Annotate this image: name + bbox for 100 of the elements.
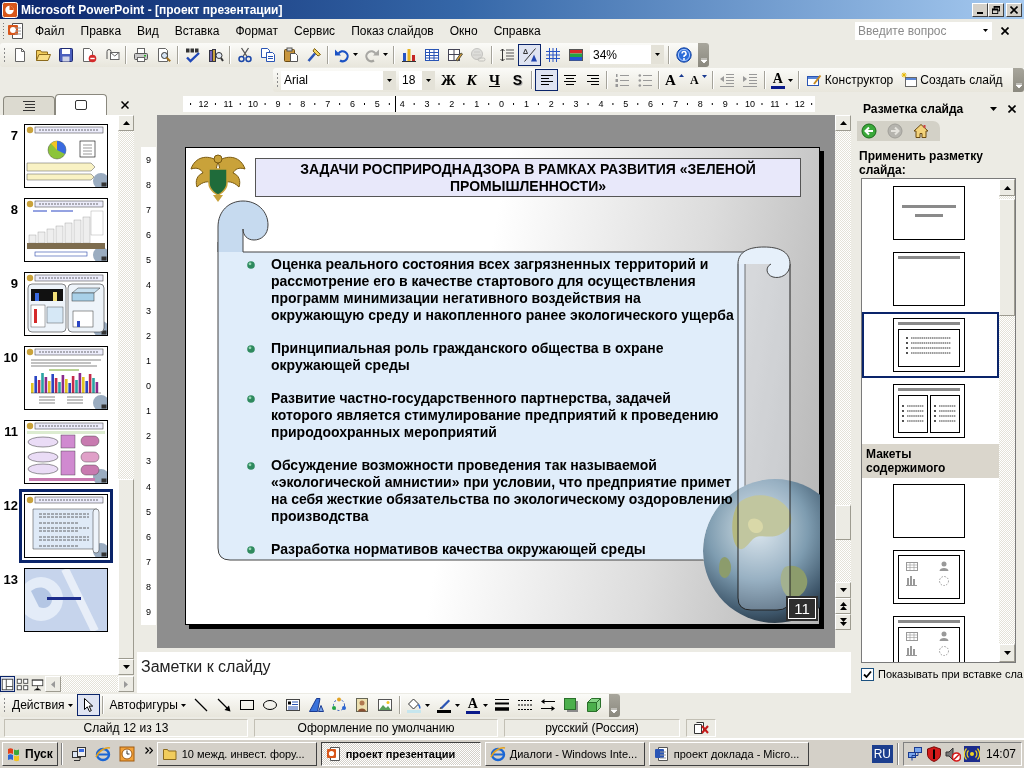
up-arrow-icon	[839, 121, 847, 125]
bold-button[interactable]: Ж	[437, 69, 460, 91]
caret-icon[interactable]	[990, 107, 997, 111]
menu-item[interactable]: Файл	[27, 21, 73, 40]
slide-thumbnail[interactable]	[24, 420, 108, 484]
caret-icon	[655, 53, 660, 56]
slides-tab[interactable]	[55, 94, 107, 115]
caret-icon	[983, 29, 988, 32]
start-button[interactable]: Пуск	[2, 741, 58, 766]
signal-icon[interactable]	[963, 745, 980, 762]
ruler-number: 1	[522, 99, 530, 109]
caret-icon	[387, 78, 392, 82]
speaker-muted-icon[interactable]	[944, 745, 961, 762]
actions-menu-button[interactable]: Действия	[8, 694, 77, 716]
menu-item[interactable]: Сервис	[286, 21, 344, 40]
scroll-up-button[interactable]	[118, 115, 134, 131]
taskbar-button[interactable]: проект презентации	[320, 741, 481, 766]
network-icon[interactable]	[906, 745, 923, 762]
toolbar-options-button[interactable]	[698, 42, 709, 67]
slide-sorter-button[interactable]	[15, 676, 30, 692]
menu-item[interactable]: Формат	[227, 21, 287, 40]
scroll-down-button[interactable]	[118, 659, 134, 675]
scroll-down-button[interactable]	[999, 644, 1015, 662]
notes-field[interactable]: Заметки к слайду	[137, 652, 851, 693]
toolbar-options-button[interactable]	[1013, 68, 1024, 92]
font-color-button[interactable]: A	[462, 694, 491, 716]
toolbar-options-button[interactable]	[608, 693, 620, 717]
flag-icon	[6, 745, 22, 762]
slide-thumbnail[interactable]	[24, 124, 108, 188]
zoom-combo[interactable]: 34%	[590, 45, 664, 64]
language-status: русский (Россия)	[504, 718, 680, 737]
menu-item[interactable]: Справка	[485, 21, 549, 40]
slide-thumbnail[interactable]	[24, 272, 108, 336]
language-indicator[interactable]: RU	[871, 744, 893, 763]
minimize-button[interactable]	[972, 2, 988, 17]
close-icon[interactable]	[121, 101, 129, 109]
slide-thumbnail[interactable]	[24, 568, 108, 632]
scrollbar-thumb[interactable]	[118, 479, 134, 659]
browser-icon[interactable]	[94, 745, 111, 762]
globe-chain-icon	[469, 46, 486, 63]
font-size-combo[interactable]: 18	[399, 70, 435, 90]
slide-thumbnail[interactable]	[24, 198, 108, 262]
menu-item[interactable]: Вид	[129, 21, 167, 40]
home-button[interactable]	[912, 122, 930, 140]
scrollbar-thumb[interactable]	[999, 199, 1015, 316]
ask-question-field[interactable]: Введите вопрос	[855, 21, 992, 40]
menu-item[interactable]: Вставка	[166, 21, 228, 40]
scroll-down-button[interactable]	[835, 582, 851, 598]
restore-button[interactable]	[988, 2, 1004, 17]
underline-button[interactable]: Ч	[483, 69, 506, 91]
menu-item[interactable]: Правка	[72, 21, 130, 40]
back-button[interactable]	[860, 122, 878, 140]
ruler-number: 12	[793, 99, 806, 109]
ruler-number: 8	[299, 99, 307, 109]
outline-tab[interactable]	[3, 96, 55, 115]
scroll-up-button[interactable]	[835, 115, 851, 131]
font-combo[interactable]: Arial	[281, 70, 396, 90]
grip-handle[interactable]	[3, 697, 6, 713]
grip-handle[interactable]	[3, 46, 6, 63]
slide-show-button[interactable]	[30, 676, 45, 692]
select-button[interactable]	[76, 694, 100, 716]
taskbar-button[interactable]: 10 межд. инвест. фору...	[156, 741, 317, 766]
new-slide-button[interactable]: Создать слайд	[897, 69, 1007, 91]
shield-icon[interactable]	[925, 745, 942, 762]
ruler-number: 6	[647, 99, 655, 109]
autoshapes-menu-button[interactable]: Автофигуры	[105, 694, 190, 716]
next-slide-button[interactable]	[835, 614, 851, 630]
computers-icon[interactable]	[70, 745, 87, 762]
taskbar-button[interactable]: проект доклада - Micro...	[648, 741, 809, 766]
ruler-number: 9	[721, 99, 729, 109]
grip-handle[interactable]	[2, 22, 5, 39]
shrink-font-button[interactable]: A	[686, 69, 710, 91]
previous-slide-button[interactable]	[835, 598, 851, 614]
grow-font-button[interactable]: A	[662, 69, 687, 91]
slide-thumbnail[interactable]	[19, 489, 113, 563]
checkbox[interactable]	[861, 667, 874, 681]
help-icon	[675, 46, 692, 63]
slide-number: 11	[4, 424, 18, 439]
chevron-icon[interactable]	[144, 747, 153, 754]
close-icon[interactable]	[1008, 105, 1016, 113]
close-icon	[1001, 26, 1009, 35]
scrollbar-thumb[interactable]	[835, 505, 851, 540]
layout-option[interactable]	[862, 312, 999, 378]
font-color-button[interactable]: A	[767, 69, 796, 91]
align-left-button[interactable]	[535, 69, 558, 91]
close-button[interactable]	[1006, 2, 1022, 17]
grip-handle[interactable]	[276, 72, 279, 88]
normal-view-button[interactable]	[0, 676, 15, 692]
clock-icon[interactable]	[118, 745, 135, 762]
shadow-button[interactable]: S	[506, 69, 529, 91]
menu-item[interactable]: Окно	[441, 21, 486, 40]
menu-item[interactable]: Показ слайдов	[343, 21, 442, 40]
caret-icon	[424, 703, 430, 707]
slide-thumbnail[interactable]	[24, 346, 108, 410]
design-button[interactable]: Конструктор	[801, 69, 898, 91]
italic-button[interactable]: К	[460, 69, 483, 91]
scroll-up-button[interactable]	[999, 179, 1015, 196]
show-formatting-button[interactable]	[518, 43, 541, 66]
taskbar-button[interactable]: Диалоги - Windows Inte...	[484, 741, 645, 766]
checkbox-label[interactable]: Показывать при вставке сла	[878, 668, 1023, 680]
